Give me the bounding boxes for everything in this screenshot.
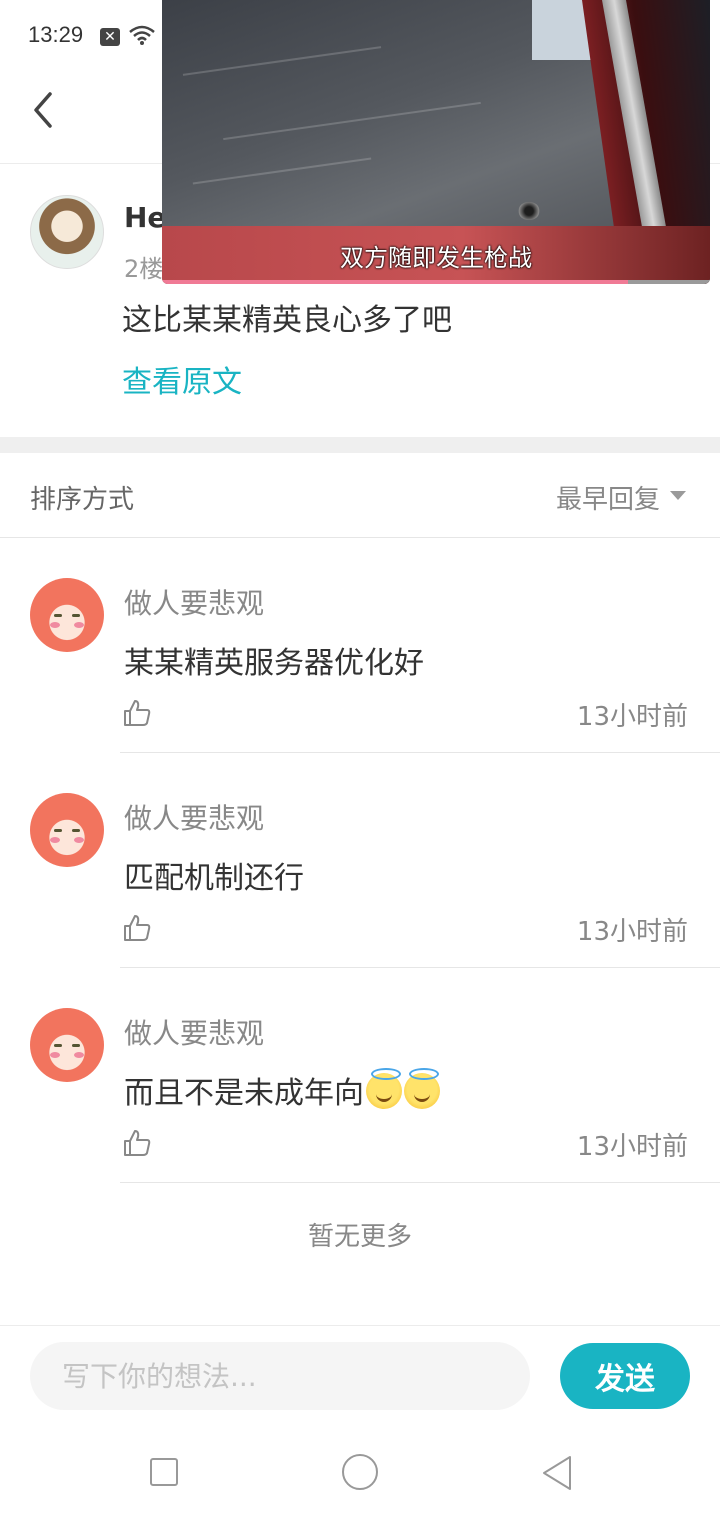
comment-composer: 发送 bbox=[0, 1325, 720, 1425]
reply-text: 某某精英服务器优化好 bbox=[124, 646, 424, 681]
video-progress-bar[interactable] bbox=[162, 280, 710, 284]
notification-x-icon: ✕ bbox=[100, 28, 120, 46]
section-divider bbox=[0, 437, 720, 453]
home-icon[interactable] bbox=[342, 1454, 378, 1490]
sort-dropdown[interactable]: 最早回复 bbox=[556, 479, 660, 516]
floating-video-player[interactable]: 双方随即发生枪战 bbox=[162, 0, 710, 284]
halo-smile-emoji-icon bbox=[366, 1068, 402, 1109]
reply-time: 13小时前 bbox=[576, 1132, 688, 1162]
status-time: 13:29 bbox=[28, 22, 84, 47]
reply-item: 做人要悲观 某某精英服务器优化好 13小时前 bbox=[0, 538, 720, 753]
system-nav-bar bbox=[0, 1425, 720, 1520]
back-arrow-icon[interactable] bbox=[28, 90, 60, 130]
video-frame-element bbox=[518, 202, 540, 220]
reply-time: 13小时前 bbox=[576, 702, 688, 732]
recent-apps-icon[interactable] bbox=[150, 1458, 178, 1486]
send-button[interactable]: 发送 bbox=[560, 1343, 690, 1409]
view-original-link[interactable]: 查看原文 bbox=[122, 357, 242, 401]
caret-down-icon[interactable] bbox=[670, 491, 686, 500]
avatar[interactable] bbox=[30, 195, 104, 269]
thumbs-up-icon[interactable] bbox=[122, 913, 152, 943]
video-frame-element bbox=[223, 101, 481, 141]
halo-smile-emoji-icon bbox=[404, 1068, 440, 1109]
reply-author[interactable]: 做人要悲观 bbox=[124, 582, 264, 622]
wifi-icon bbox=[129, 25, 155, 45]
reply-item: 做人要悲观 而且不是未成年向 13小时前 bbox=[0, 968, 720, 1183]
sort-bar: 排序方式 最早回复 bbox=[0, 453, 720, 538]
back-icon[interactable] bbox=[540, 1454, 574, 1492]
sort-label: 排序方式 bbox=[30, 485, 135, 515]
comment-input[interactable] bbox=[30, 1342, 530, 1410]
thumbs-up-icon[interactable] bbox=[122, 1128, 152, 1158]
avatar[interactable] bbox=[30, 578, 104, 652]
thumbs-up-icon[interactable] bbox=[122, 698, 152, 728]
video-progress-fill bbox=[162, 280, 628, 284]
post-text: 这比某某精英良心多了吧 bbox=[122, 303, 452, 338]
reply-author[interactable]: 做人要悲观 bbox=[124, 797, 264, 837]
reply-text: 匹配机制还行 bbox=[124, 861, 304, 896]
no-more-text: 暂无更多 bbox=[307, 1222, 412, 1252]
video-subtitle: 双方随即发生枪战 bbox=[340, 244, 532, 272]
reply-time: 13小时前 bbox=[576, 917, 688, 947]
divider bbox=[120, 1182, 720, 1183]
reply-item: 做人要悲观 匹配机制还行 13小时前 bbox=[0, 753, 720, 968]
video-frame-element bbox=[182, 46, 382, 76]
avatar[interactable] bbox=[30, 1008, 104, 1082]
reply-author[interactable]: 做人要悲观 bbox=[124, 1012, 264, 1052]
post-author[interactable]: He bbox=[124, 201, 166, 234]
video-frame-element bbox=[192, 157, 372, 185]
post-floor: 2楼 bbox=[124, 255, 164, 283]
reply-text: 而且不是未成年向 bbox=[124, 1068, 440, 1112]
avatar[interactable] bbox=[30, 793, 104, 867]
